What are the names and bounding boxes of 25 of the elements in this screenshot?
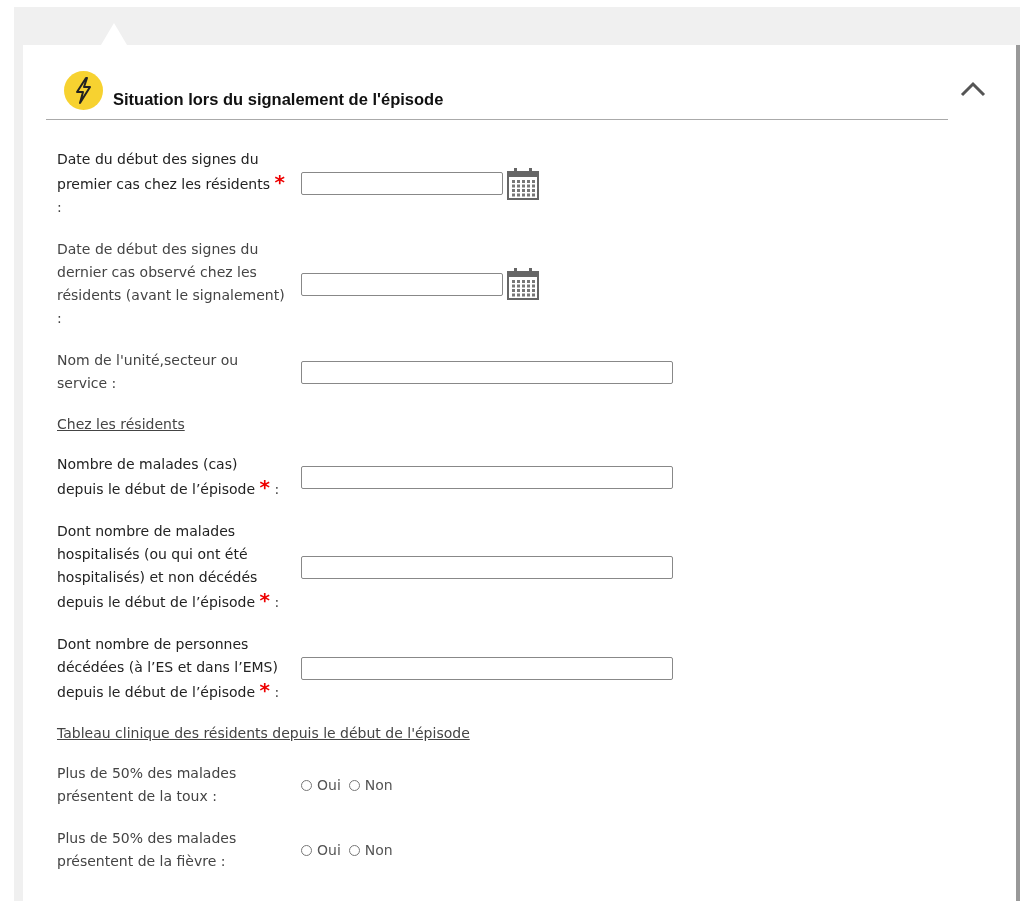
field-label: Nombre de malades (cas) depuis le début de l’épisode * : — [57, 455, 281, 501]
date-input[interactable] — [301, 172, 503, 195]
text-input[interactable] — [301, 657, 673, 680]
collapse-chevron-icon[interactable] — [960, 81, 986, 97]
subsection-heading: Tableau clinique des résidents depuis le début de l'épisode — [57, 724, 471, 743]
field-label: Dont nombre de malades hospitalisés (ou qui ont été hospitalisés) et non décédés depuis le début de l’épisode * : — [57, 522, 281, 614]
field-label: Date de début des signes du dernier cas observé chez les résidents (avant le signalement) : — [57, 240, 286, 328]
radio-option[interactable]: Oui — [301, 777, 341, 793]
date-input[interactable] — [301, 272, 503, 296]
radio-option[interactable]: Non — [348, 777, 393, 793]
field-label: Date du début des signes du premier cas chez les résidents * : — [57, 150, 286, 217]
lightning-icon — [64, 71, 103, 110]
subsection-heading: Chez les résidents — [57, 415, 186, 434]
text-input[interactable] — [301, 555, 673, 579]
field-label: Nom de l'unité,secteur ou service : — [57, 351, 240, 393]
text-input[interactable] — [301, 360, 673, 384]
field-label: Plus de 50% des malades présentent de la fièvre : — [57, 829, 238, 871]
field-label: Plus de 50% des malades présentent de la toux : — [57, 764, 238, 806]
radio-option[interactable]: Non — [348, 842, 393, 858]
section-title: Situation lors du signalement de l'épisode — [113, 90, 444, 110]
field-label: Dont nombre de personnes décédées (à l’ES et dans l’EMS) depuis le début de l’épisode * : — [57, 635, 281, 704]
radio-option[interactable]: Oui — [301, 842, 341, 858]
calendar-icon[interactable] — [506, 166, 540, 201]
text-input[interactable] — [301, 465, 673, 489]
calendar-icon[interactable] — [506, 267, 540, 301]
